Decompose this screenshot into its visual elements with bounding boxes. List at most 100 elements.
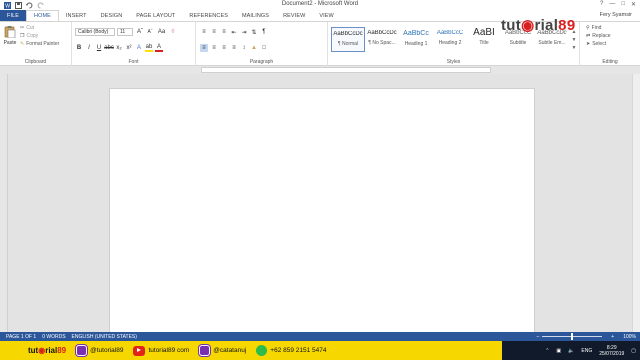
help-button[interactable]: ? xyxy=(600,1,603,8)
clear-formatting-icon[interactable]: ◊ xyxy=(169,28,177,36)
font-size-tools: Aˆ Aˇ Aa ◊ xyxy=(136,28,177,36)
user-name[interactable]: Fery Syamsir xyxy=(600,12,632,18)
youtube-text: tutorial89 com xyxy=(148,347,190,354)
bold-button[interactable]: B xyxy=(75,44,83,52)
font-group: Calibri (Body) 11 Aˆ Aˇ Aa ◊ B I U abc x… xyxy=(72,22,196,66)
subscript-icon[interactable]: x₂ xyxy=(115,44,123,52)
show-marks-icon[interactable]: ¶ xyxy=(260,28,268,36)
whatsapp-icon xyxy=(256,345,268,356)
notifications-icon[interactable]: ▢ xyxy=(631,348,636,354)
select-button[interactable]: ➤ Select xyxy=(586,40,611,48)
tab-review[interactable]: REVIEW xyxy=(276,10,312,21)
justify-icon[interactable]: ≡ xyxy=(230,44,238,52)
replace-icon: ⇄ xyxy=(586,33,591,39)
copy-icon: ❐ xyxy=(20,33,25,39)
cut-label: Cut xyxy=(26,25,34,31)
tab-references[interactable]: REFERENCES xyxy=(182,10,235,21)
show-hidden-icons[interactable]: ⌃ xyxy=(545,348,549,354)
volume-icon[interactable]: 🔈 xyxy=(568,348,574,354)
paste-label: Paste xyxy=(3,40,17,46)
minimize-button[interactable]: — xyxy=(609,1,615,8)
style-heading-1[interactable]: AaBbCc Heading 1 xyxy=(399,27,433,52)
zoom-out-button[interactable]: – xyxy=(537,334,540,340)
tab-insert[interactable]: INSERT xyxy=(59,10,94,21)
network-icon[interactable]: ▣ xyxy=(556,348,561,354)
italic-button[interactable]: I xyxy=(85,44,93,52)
grow-font-button[interactable]: Aˆ xyxy=(136,28,144,36)
style-normal[interactable]: AaBbCcDc ¶ Normal xyxy=(331,27,365,52)
page-count[interactable]: PAGE 1 OF 1 xyxy=(6,334,36,340)
clock[interactable]: 8:29 25/07/2019 xyxy=(599,345,624,357)
strikethrough-icon[interactable]: abc xyxy=(104,44,114,52)
tab-page-layout[interactable]: PAGE LAYOUT xyxy=(129,10,182,21)
change-case-button[interactable]: Aa xyxy=(156,28,167,36)
bullets-icon[interactable]: ≡ xyxy=(200,28,208,36)
title-bar: W Document2 - Microsoft Word ? — □ ✕ xyxy=(0,0,640,10)
select-label: Select xyxy=(592,41,607,47)
style-name: Heading 2 xyxy=(438,40,462,46)
shrink-font-button[interactable]: Aˇ xyxy=(146,28,154,36)
tab-home[interactable]: HOME xyxy=(26,10,59,21)
tab-view[interactable]: VIEW xyxy=(312,10,340,21)
zoom-in-button[interactable]: + xyxy=(611,334,614,340)
paragraph-group: ≡ ≡ ≡ ⇤ ⇥ ⇅ ¶ ≡ ≡ ≡ ≡ ↕ ▲ □ Paragraph xyxy=(196,22,328,66)
superscript-icon[interactable]: x² xyxy=(125,44,133,52)
style-heading-2[interactable]: AaBbCcC Heading 2 xyxy=(433,27,467,52)
borders-icon[interactable]: □ xyxy=(260,44,268,52)
sort-icon[interactable]: ⇅ xyxy=(250,28,258,36)
language-indicator[interactable]: ENGLISH (UNITED STATES) xyxy=(72,334,137,340)
tab-design[interactable]: DESIGN xyxy=(94,10,130,21)
zoom-level[interactable]: 100% xyxy=(623,334,636,340)
shading-icon[interactable]: ▲ xyxy=(250,44,258,52)
increase-indent-icon[interactable]: ⇥ xyxy=(240,28,248,36)
editing-group: ⚲ Find ⇄ Replace ➤ Select Editing xyxy=(580,22,640,66)
style-title[interactable]: AaBI Title xyxy=(467,27,501,52)
align-center-icon[interactable]: ≡ xyxy=(210,44,218,52)
replace-button[interactable]: ⇄ Replace xyxy=(586,32,611,40)
numbering-icon[interactable]: ≡ xyxy=(210,28,218,36)
vertical-scrollbar[interactable] xyxy=(632,74,640,332)
instagram-1-text: @tutorial89 xyxy=(90,347,124,354)
format-painter-label: Format Painter xyxy=(26,41,60,47)
word-count[interactable]: 0 WORDS xyxy=(42,334,65,340)
tab-mailings[interactable]: MAILINGS xyxy=(235,10,276,21)
highlight-icon[interactable]: ab xyxy=(145,44,153,52)
line-spacing-icon[interactable]: ↕ xyxy=(240,44,248,52)
style-name: Heading 1 xyxy=(404,41,428,47)
style-preview: AaBbCcC xyxy=(436,30,464,36)
youtube-handle: tutorial89 com xyxy=(133,345,190,356)
maximize-button[interactable]: □ xyxy=(621,1,625,8)
align-left-icon[interactable]: ≡ xyxy=(200,44,208,52)
taskbar: tut◉rial89 @tutorial89 tutorial89 com @c… xyxy=(0,341,640,360)
youtube-icon xyxy=(133,345,146,356)
tray-language[interactable]: ENG xyxy=(581,348,592,354)
paste-icon xyxy=(4,26,16,39)
font-name-select[interactable]: Calibri (Body) xyxy=(75,28,115,36)
promo-logo-mid: rial xyxy=(45,346,58,355)
close-button[interactable]: ✕ xyxy=(631,1,636,8)
style-no-spacing[interactable]: AaBbCcDc ¶ No Spac... xyxy=(365,27,399,52)
zoom-slider-knob[interactable] xyxy=(571,333,574,340)
document-page[interactable] xyxy=(109,88,535,338)
paste-button[interactable]: Paste xyxy=(3,25,17,46)
multilevel-list-icon[interactable]: ≡ xyxy=(220,28,228,36)
tab-file[interactable]: FILE xyxy=(0,10,27,21)
vertical-ruler[interactable] xyxy=(0,74,8,332)
underline-button[interactable]: U xyxy=(95,44,103,52)
clipboard-group-label: Clipboard xyxy=(24,59,47,65)
cursor-icon: ➤ xyxy=(586,41,591,47)
align-right-icon[interactable]: ≡ xyxy=(220,44,228,52)
font-color-icon[interactable]: A xyxy=(155,44,163,52)
font-size-select[interactable]: 11 xyxy=(117,28,133,36)
text-effects-icon[interactable]: A xyxy=(135,44,143,52)
horizontal-ruler[interactable] xyxy=(0,66,640,74)
paragraph-align-row: ≡ ≡ ≡ ≡ ↕ ▲ □ xyxy=(200,44,268,52)
whatsapp-number: +62 859 2151 5474 xyxy=(256,345,327,356)
zoom-slider[interactable] xyxy=(542,333,603,340)
find-button[interactable]: ⚲ Find xyxy=(586,24,611,32)
decrease-indent-icon[interactable]: ⇤ xyxy=(230,28,238,36)
style-name: Subtle Em... xyxy=(538,40,566,46)
format-painter-button[interactable]: ✎ Format Painter xyxy=(20,40,59,48)
cut-button[interactable]: ✂ Cut xyxy=(20,24,59,32)
copy-button[interactable]: ❐ Copy xyxy=(20,32,59,40)
